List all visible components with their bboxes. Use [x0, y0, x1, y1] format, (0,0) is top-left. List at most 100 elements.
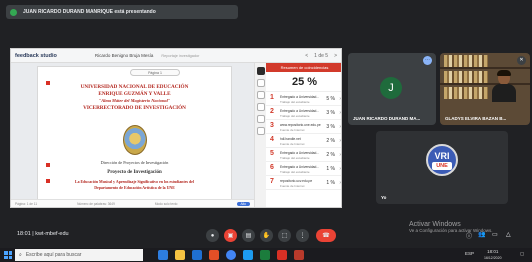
similarity-source-row[interactable]: 4 hdl.handle.net Fuente de Internet 2 % › [266, 134, 341, 148]
more-options-icon[interactable]: ⋮ [296, 229, 309, 242]
captions-icon[interactable]: ▤ [242, 229, 255, 242]
participant-tile-juan[interactable]: J ⋯ JUAN RICARDO DURAND MA... [348, 53, 436, 125]
mic-icon[interactable]: ● [206, 229, 219, 242]
source-percent: 2 % [326, 152, 335, 158]
source-name: www.repositorio.une.edu.pe [280, 123, 321, 127]
books [444, 87, 488, 99]
chrome-icon[interactable] [226, 250, 236, 260]
windows-taskbar: ⌕ Escribe aquí para buscar ESP 18:01 16/… [0, 248, 532, 262]
activities-icon[interactable]: △ [506, 231, 511, 238]
app-icon[interactable] [294, 250, 304, 260]
chat-icon[interactable]: ▭ [492, 231, 498, 238]
source-type: Trabajo del estudiante [280, 170, 310, 174]
presenting-text: JUAN RICARDO DURAND MANRIQUE está presen… [23, 9, 156, 15]
file-explorer-icon[interactable] [175, 250, 185, 260]
taskbar-clock[interactable]: 18:01 16/12/2020 [484, 249, 502, 261]
page-selector[interactable]: Página 1 [130, 69, 180, 76]
chevron-right-icon[interactable]: › [339, 180, 341, 186]
end-call-icon[interactable]: ☎ [316, 229, 336, 242]
language-indicator[interactable]: ESP [465, 251, 474, 256]
page-count: Página: 1 de 11 [15, 201, 38, 206]
document-viewer[interactable]: Página 1 UNIVERSIDAD NACIONAL DE EDUCACI… [11, 63, 254, 207]
document-subtitle: Reportaje investigador [161, 53, 200, 58]
chevron-right-icon[interactable]: › [339, 110, 341, 116]
camera-icon[interactable]: ▣ [224, 229, 237, 242]
feedback-studio-toolbar: feedback studio Ricardo Benigno Bruja Me… [11, 49, 341, 63]
doc-project-title-2: Departamento de Educación Artística de l… [94, 186, 175, 190]
word-icon[interactable] [192, 250, 202, 260]
similarity-panel: Resumen de coincidencias 25 % 1 Entregado… [266, 63, 341, 207]
books [444, 55, 488, 67]
prev-page-button[interactable]: < [305, 53, 308, 59]
university-seal [123, 125, 147, 155]
info-tool-icon[interactable] [257, 115, 265, 123]
raise-hand-icon[interactable]: ✋ [260, 229, 273, 242]
source-number: 7 [270, 178, 274, 185]
source-number: 6 [270, 164, 274, 171]
similarity-source-row[interactable]: 3 www.repositorio.une.edu.pe Fuente de Int… [266, 120, 341, 134]
zoom-control[interactable]: Alto [236, 201, 250, 206]
source-number: 4 [270, 136, 274, 143]
info-icon[interactable]: ⓘ [466, 231, 472, 240]
source-percent: 3 % [326, 124, 335, 130]
source-number: 1 [270, 94, 274, 101]
books [444, 71, 488, 83]
similarity-source-row[interactable]: 6 Entregado a Universidad... Trabajo del e… [266, 162, 341, 176]
presenting-banner: JUAN RICARDO DURAND MANRIQUE está presen… [6, 5, 238, 19]
doc-project-title-1: La Educación Musical y Aprendizaje Signi… [75, 180, 194, 184]
chevron-right-icon[interactable]: › [339, 124, 341, 130]
presenting-indicator-icon [10, 8, 17, 16]
bookshelf [440, 67, 530, 69]
source-type: Fuente de Internet [280, 142, 305, 146]
filter-tool-icon[interactable] [257, 79, 265, 87]
source-type: Trabajo del estudiante [280, 156, 310, 160]
similarity-total: 25 % [266, 72, 341, 92]
exclude-tool-icon[interactable] [257, 91, 265, 99]
source-name: Entregado a Universidad... [280, 95, 320, 99]
excel-icon[interactable] [260, 250, 270, 260]
task-view-icon[interactable] [158, 250, 168, 260]
source-number: 2 [270, 108, 274, 115]
vri-une-logo: VRI UNE [426, 144, 458, 176]
text-only-mode[interactable]: Modo solo texto [155, 202, 178, 206]
source-type: Trabajo del estudiante [280, 100, 310, 104]
powerpoint-icon[interactable] [209, 250, 219, 260]
chevron-right-icon[interactable]: › [339, 96, 341, 102]
people-icon[interactable]: 👥 [478, 231, 485, 238]
next-page-button[interactable]: > [334, 53, 337, 59]
chevron-right-icon[interactable]: › [339, 152, 341, 158]
help-tool-icon[interactable] [257, 127, 265, 135]
download-tool-icon[interactable] [257, 103, 265, 111]
present-icon[interactable]: ⬚ [278, 229, 291, 242]
source-percent: 3 % [326, 110, 335, 116]
doc-project-heading: Proyecto de Investigación [107, 170, 162, 175]
doc-vicerrectorado: VICERRECTORADO DE INVESTIGACIÓN [83, 105, 186, 111]
chevron-right-icon[interactable]: › [339, 138, 341, 144]
similarity-source-row[interactable]: 7 repositorio.ucv.edu.pe Fuente de Interne… [266, 176, 341, 190]
source-name: hdl.handle.net [280, 137, 301, 141]
pdf-reader-icon[interactable] [277, 250, 287, 260]
source-name: repositorio.ucv.edu.pe [280, 179, 313, 183]
source-percent: 2 % [326, 138, 335, 144]
similarity-source-row[interactable]: 1 Entregado a Universidad... Trabajo del e… [266, 92, 341, 106]
similarity-source-list: 1 Entregado a Universidad... Trabajo del e… [266, 92, 341, 190]
participant-tile-gladys[interactable]: ✕ GLADYS ELVIRA BAZAN B... [440, 53, 530, 125]
participant-tile-self[interactable]: VRI UNE Yo [376, 131, 508, 204]
similarity-source-row[interactable]: 2 Entregado a Universidad... Trabajo del e… [266, 106, 341, 120]
document-author: Ricardo Benigno Bruja Mesía [94, 53, 154, 58]
edge-icon[interactable] [243, 250, 253, 260]
shared-screen: feedback studio Ricardo Benigno Bruja Me… [10, 48, 342, 208]
taskbar-search[interactable]: ⌕ Escribe aquí para buscar [15, 249, 143, 261]
similarity-source-row[interactable]: 5 Entregado a Universidad... Trabajo del e… [266, 148, 341, 162]
source-percent: 1 % [326, 180, 335, 186]
windows-start-icon[interactable] [4, 251, 12, 259]
more-options-icon[interactable]: ⋯ [423, 56, 432, 65]
meeting-code: kwt-mbef-edu [35, 231, 69, 237]
doc-university-name: ENRIQUE GUZMÁN Y VALLE [98, 91, 171, 97]
chevron-right-icon[interactable]: › [339, 166, 341, 172]
notifications-icon[interactable]: ▢ [520, 251, 524, 257]
source-percent: 5 % [326, 96, 335, 102]
similarity-tool-icon[interactable] [257, 67, 265, 75]
participant-name: GLADYS ELVIRA BAZAN B... [445, 116, 507, 121]
doc-direction: Dirección de Proyectos de Investigación [100, 160, 169, 165]
